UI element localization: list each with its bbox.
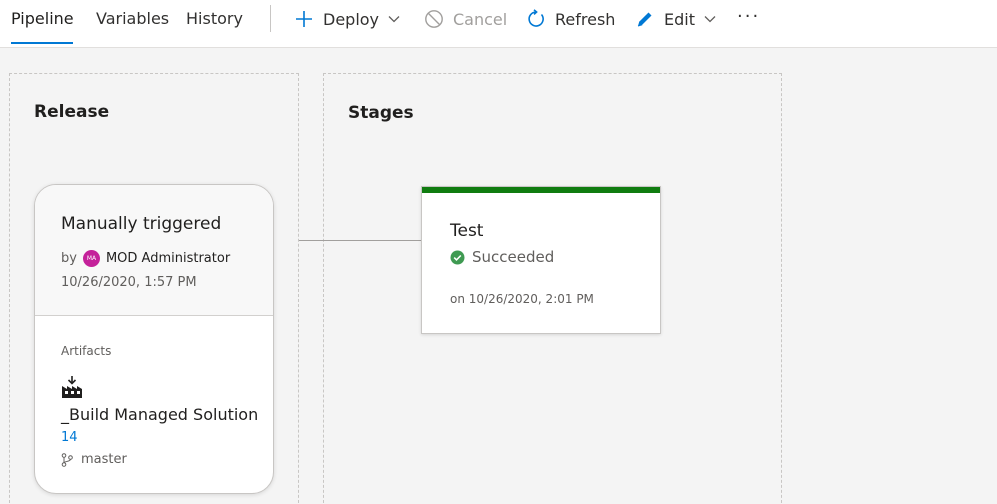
tab-pipeline[interactable]: Pipeline bbox=[11, 0, 74, 46]
success-check-icon bbox=[450, 250, 465, 265]
release-trigger: Manually triggered bbox=[61, 214, 222, 234]
stage-status-label: Succeeded bbox=[472, 248, 555, 266]
artifact-version-link[interactable]: 14 bbox=[61, 430, 78, 445]
pencil-icon bbox=[634, 8, 656, 30]
artifacts-label: Artifacts bbox=[61, 344, 112, 358]
pipeline-connector bbox=[299, 240, 422, 241]
stage-status: Succeeded bbox=[450, 248, 554, 266]
release-date: 10/26/2020, 1:57 PM bbox=[61, 275, 197, 290]
stage-name: Test bbox=[450, 221, 484, 241]
user-name: MOD Administrator bbox=[105, 251, 231, 266]
active-tab-indicator bbox=[11, 42, 73, 44]
tab-variables[interactable]: Variables bbox=[96, 0, 169, 46]
by-prefix: by bbox=[61, 251, 77, 266]
refresh-icon bbox=[525, 8, 547, 30]
toolbar: Pipeline Variables History Deploy Cancel… bbox=[0, 0, 997, 48]
branch-icon bbox=[61, 452, 73, 467]
tab-history[interactable]: History bbox=[186, 0, 243, 46]
release-panel-title: Release bbox=[34, 102, 110, 122]
artifact-branch: master bbox=[61, 452, 127, 467]
toolbar-divider bbox=[270, 5, 271, 32]
cancel-icon bbox=[423, 8, 445, 30]
cancel-button[interactable]: Cancel bbox=[423, 0, 507, 38]
stages-panel-title: Stages bbox=[348, 103, 414, 123]
refresh-button[interactable]: Refresh bbox=[525, 0, 615, 38]
branch-name: master bbox=[81, 452, 127, 467]
chevron-down-icon bbox=[703, 12, 717, 26]
stage-date: on 10/26/2020, 2:01 PM bbox=[450, 292, 594, 306]
deploy-label: Deploy bbox=[323, 9, 380, 29]
more-actions-button[interactable]: ··· bbox=[737, 6, 760, 27]
stage-status-bar bbox=[422, 187, 660, 193]
chevron-down-icon bbox=[387, 12, 401, 26]
edit-button[interactable]: Edit bbox=[634, 0, 717, 38]
build-artifact-icon bbox=[61, 375, 85, 403]
artifact-name: _Build Managed Solution bbox=[61, 405, 259, 424]
avatar: MA bbox=[82, 250, 100, 267]
release-triggered-by: by MA MOD Administrator bbox=[61, 250, 230, 267]
plus-icon bbox=[293, 8, 315, 30]
edit-label: Edit bbox=[664, 9, 695, 29]
refresh-label: Refresh bbox=[555, 9, 616, 29]
cancel-label: Cancel bbox=[453, 9, 508, 29]
release-card[interactable]: Manually triggered by MA MOD Administrat… bbox=[34, 184, 274, 494]
deploy-button[interactable]: Deploy bbox=[293, 0, 401, 38]
stage-card-test[interactable]: Test Succeeded on 10/26/2020, 2:01 PM bbox=[421, 186, 661, 334]
